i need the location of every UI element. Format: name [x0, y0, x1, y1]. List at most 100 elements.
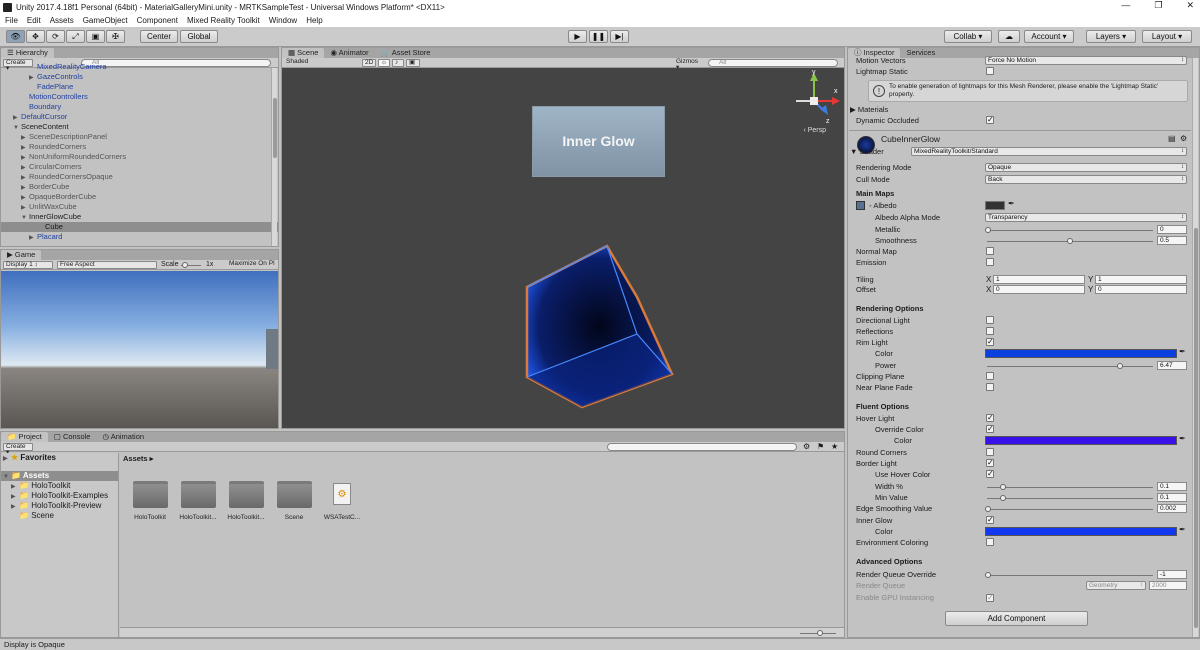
- folder-icon[interactable]: [181, 481, 216, 508]
- tab-scene[interactable]: ▦ Scene: [282, 48, 325, 58]
- inner-glow-color-field[interactable]: [985, 527, 1177, 536]
- smoothness-knob[interactable]: [1067, 238, 1073, 244]
- eyedropper-icon[interactable]: ✒: [1179, 434, 1186, 443]
- tab-game[interactable]: ▶ Game: [1, 250, 42, 260]
- collab-button[interactable]: Collab ▾: [944, 30, 992, 43]
- move-tool-icon[interactable]: ✥: [26, 30, 45, 43]
- mode-2d-toggle[interactable]: 2D: [362, 59, 376, 67]
- normal-map-checkbox[interactable]: [986, 247, 994, 255]
- materials-foldout[interactable]: ▶ Materials: [850, 104, 888, 115]
- hierarchy-row[interactable]: ▶ Placard: [1, 232, 278, 240]
- menu-window[interactable]: Window: [269, 16, 297, 25]
- power-input[interactable]: 6.47: [1157, 361, 1187, 370]
- environment-coloring-checkbox[interactable]: [986, 538, 994, 546]
- project-search-input[interactable]: [607, 443, 797, 451]
- hierarchy-row[interactable]: MotionControllers: [1, 92, 278, 102]
- override-color-checkbox[interactable]: ✓: [986, 425, 994, 433]
- scene-search-input[interactable]: All: [708, 59, 838, 67]
- render-queue-dropdown[interactable]: Geometry: [1086, 581, 1146, 590]
- project-tree-item[interactable]: ▶ 📁 HoloToolkit: [1, 481, 118, 491]
- albedo-color-swatch[interactable]: [985, 201, 1005, 210]
- rect-tool-icon[interactable]: ▣: [86, 30, 105, 43]
- tab-animation[interactable]: ◷ Animation: [96, 432, 150, 442]
- width-knob[interactable]: [1000, 484, 1006, 490]
- menu-help[interactable]: Help: [306, 16, 322, 25]
- motion-vectors-dropdown[interactable]: Force No Motion: [985, 56, 1187, 65]
- power-slider[interactable]: [987, 366, 1153, 367]
- hierarchy-row[interactable]: ▶ SceneDescriptionPanel: [1, 132, 278, 142]
- label-filter-icon[interactable]: ⚑: [817, 442, 824, 451]
- persp-label[interactable]: ‹ Persp: [803, 127, 826, 134]
- render-queue-override-slider[interactable]: [987, 575, 1153, 576]
- hierarchy-row[interactable]: Boundary: [1, 102, 278, 112]
- tab-animator[interactable]: ◉ Animator: [324, 48, 374, 58]
- border-light-checkbox[interactable]: ✓: [986, 459, 994, 467]
- inspector-scrollbar[interactable]: [1192, 58, 1198, 637]
- help-book-icon[interactable]: ▤: [1168, 134, 1176, 143]
- offset-y-input[interactable]: 0: [1095, 285, 1187, 294]
- inspector-scroll-thumb[interactable]: [1194, 228, 1198, 628]
- hierarchy-row[interactable]: ▶ UnlitWaxCube: [1, 202, 278, 212]
- reflections-checkbox[interactable]: [986, 327, 994, 335]
- add-component-button[interactable]: Add Component: [945, 611, 1088, 626]
- play-button[interactable]: ▶: [568, 30, 587, 43]
- render-queue-override-input[interactable]: -1: [1157, 570, 1187, 579]
- project-tree-item[interactable]: ▶ 📁 HoloToolkit-Preview: [1, 501, 118, 511]
- menu-component[interactable]: Component: [137, 16, 178, 25]
- expand-arrow-icon[interactable]: ▶: [29, 233, 37, 240]
- hierarchy-row[interactable]: ▼ SceneContent: [1, 122, 278, 132]
- display-dropdown[interactable]: Display 1 ↕: [3, 261, 53, 269]
- tab-services[interactable]: Services: [900, 48, 941, 58]
- clipping-plane-checkbox[interactable]: [986, 372, 994, 380]
- layers-dropdown[interactable]: Layers ▾: [1086, 30, 1136, 43]
- script-asset-icon[interactable]: ⚙: [333, 483, 351, 505]
- game-view-viewport[interactable]: [1, 271, 278, 428]
- rim-color-field[interactable]: [985, 349, 1177, 358]
- rim-light-checkbox[interactable]: ✓: [986, 338, 994, 346]
- hierarchy-row[interactable]: FadePlane: [1, 82, 278, 92]
- metallic-input[interactable]: 0: [1157, 225, 1187, 234]
- account-dropdown[interactable]: Account ▾: [1024, 30, 1074, 43]
- hierarchy-row[interactable]: ▶ NonUniformRoundedCorners: [1, 152, 278, 162]
- directional-light-checkbox[interactable]: [986, 316, 994, 324]
- project-create-button[interactable]: Create ▾: [3, 443, 33, 456]
- min-value-input[interactable]: 0.1: [1157, 493, 1187, 502]
- menu-gameobject[interactable]: GameObject: [83, 16, 128, 25]
- edge-smoothing-input[interactable]: 0.002: [1157, 504, 1187, 513]
- project-tree-item[interactable]: 📁 Scene: [1, 511, 118, 521]
- close-icon[interactable]: ✕: [1186, 0, 1194, 11]
- gpu-instancing-checkbox[interactable]: ✓: [986, 594, 994, 602]
- hierarchy-row[interactable]: MixedRealityCamera: [1, 62, 278, 72]
- hierarchy-scroll-thumb[interactable]: [273, 98, 277, 158]
- hierarchy-row[interactable]: ▶ DefaultCursor: [1, 112, 278, 122]
- maximize-on-play-toggle[interactable]: Maximize On Pl: [227, 260, 277, 269]
- aspect-dropdown[interactable]: Free Aspect: [57, 261, 157, 269]
- hierarchy-row[interactable]: ▶ GazeControls: [1, 72, 278, 82]
- hierarchy-row[interactable]: ▶ OpaqueBorderCube: [1, 192, 278, 202]
- width-slider[interactable]: [987, 487, 1153, 488]
- menu-mixed-reality-toolkit[interactable]: Mixed Reality Toolkit: [187, 16, 260, 25]
- tiling-y-input[interactable]: 1: [1095, 275, 1187, 284]
- audio-toggle-icon[interactable]: ♪: [392, 59, 404, 67]
- use-hover-color-checkbox[interactable]: ✓: [986, 470, 994, 478]
- hierarchy-row[interactable]: ▶ BorderCube: [1, 182, 278, 192]
- render-queue-input[interactable]: 2000: [1149, 581, 1187, 590]
- rotate-tool-icon[interactable]: ⟳: [46, 30, 65, 43]
- scene-viewport[interactable]: Inner Glow y x z ‹ Persp: [282, 69, 844, 428]
- dynamic-occluded-checkbox[interactable]: ✓: [986, 116, 994, 124]
- near-plane-fade-checkbox[interactable]: [986, 383, 994, 391]
- menu-assets[interactable]: Assets: [50, 16, 74, 25]
- pause-button[interactable]: ❚❚: [589, 30, 608, 43]
- emission-checkbox[interactable]: [986, 258, 994, 266]
- project-tree-item[interactable]: ▶ 📁 HoloToolkit-Examples: [1, 491, 118, 501]
- effects-toggle-icon[interactable]: ▣: [406, 59, 420, 67]
- tiling-x-input[interactable]: 1: [993, 275, 1085, 284]
- metallic-knob[interactable]: [985, 227, 991, 233]
- view-tool-icon[interactable]: 👁: [6, 30, 25, 43]
- folder-icon[interactable]: [133, 481, 168, 508]
- eyedropper-icon[interactable]: ✒: [1179, 525, 1186, 534]
- shader-dropdown[interactable]: MixedRealityToolkit/Standard: [911, 147, 1187, 156]
- tab-hierarchy[interactable]: ☰ Hierarchy: [1, 48, 54, 58]
- cull-mode-dropdown[interactable]: Back: [985, 175, 1187, 184]
- step-button[interactable]: ▶|: [610, 30, 629, 43]
